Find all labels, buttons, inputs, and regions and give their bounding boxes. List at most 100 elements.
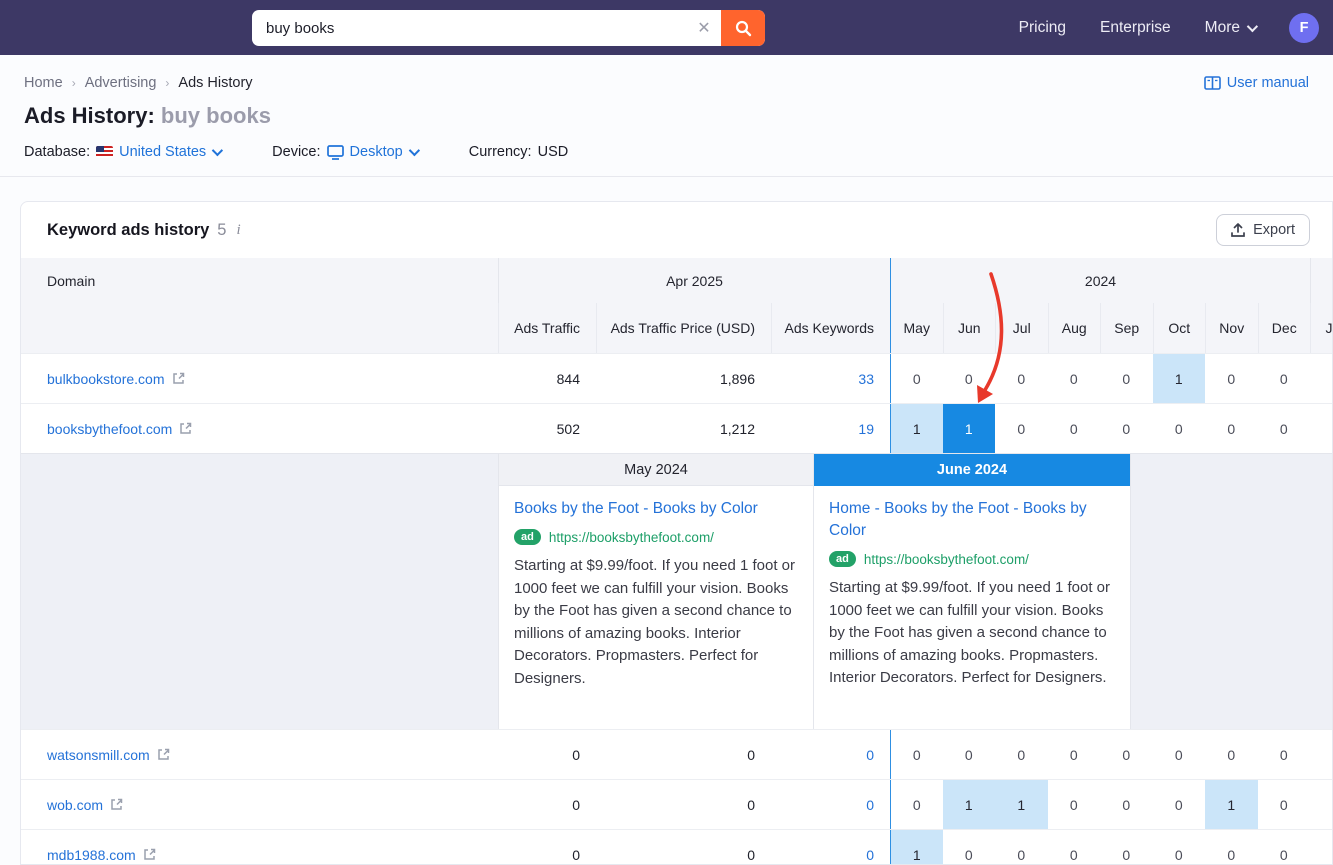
month-cell[interactable]: 0 [943, 730, 996, 779]
month-cell[interactable]: 0 [890, 780, 943, 829]
device-value: Desktop [350, 144, 403, 160]
month-cell[interactable]: 1 [890, 830, 943, 865]
ad-title-link[interactable]: Books by the Foot - Books by Color [514, 498, 798, 520]
month-cell[interactable]: 1 [1205, 780, 1258, 829]
month-cell[interactable]: 0 [995, 354, 1048, 403]
month-cell[interactable]: 0 [1100, 780, 1153, 829]
panel-filler [1131, 454, 1333, 729]
month-cell[interactable]: 0 [1310, 730, 1333, 779]
user-manual-link[interactable]: User manual [1204, 75, 1309, 91]
month-cell[interactable]: 0 [1310, 404, 1333, 453]
month-cell[interactable]: 0 [1153, 780, 1206, 829]
month-cell[interactable]: 0 [1205, 404, 1258, 453]
ad-badge: ad [514, 529, 541, 545]
filter-bar: Database: United States Device: Desktop … [0, 129, 1333, 160]
breadcrumb-home[interactable]: Home [24, 75, 63, 91]
clear-search-icon[interactable]: ✕ [687, 18, 721, 38]
nav-enterprise[interactable]: Enterprise [1100, 19, 1171, 37]
domain-link[interactable]: mdb1988.com [47, 847, 136, 863]
table-row: mdb1988.com 0 0 0 1 0 0 0 0 0 0 0 0 [21, 829, 1333, 865]
ad-title-link[interactable]: Home - Books by the Foot - Books by Colo… [829, 498, 1115, 542]
month-cell[interactable]: 0 [1310, 780, 1333, 829]
result-count: 5 [217, 221, 226, 240]
month-cell[interactable]: 0 [1100, 354, 1153, 403]
month-cell[interactable]: 0 [995, 404, 1048, 453]
month-cell[interactable]: 1 [943, 780, 996, 829]
external-link-icon[interactable] [110, 798, 123, 811]
page-title-prefix: Ads History: [24, 103, 161, 128]
ads-keywords-link[interactable]: 33 [858, 371, 874, 387]
book-icon [1204, 76, 1221, 91]
database-selector[interactable]: United States [96, 144, 220, 160]
ad-description: Starting at $9.99/foot. If you need 1 fo… [514, 555, 798, 690]
search-input[interactable] [252, 20, 687, 37]
month-cell[interactable]: 0 [1100, 830, 1153, 865]
user-avatar[interactable]: F [1289, 13, 1319, 43]
month-cell[interactable]: 0 [943, 830, 996, 865]
nav-more-label: More [1205, 19, 1240, 37]
search-button[interactable] [721, 10, 765, 46]
month-cell[interactable]: 0 [1258, 404, 1311, 453]
info-icon[interactable]: i [236, 222, 240, 239]
domain-link[interactable]: watsonsmill.com [47, 747, 150, 763]
month-cell[interactable]: 0 [1258, 780, 1311, 829]
column-header-month: Dec [1258, 303, 1311, 353]
month-cell[interactable]: 0 [1048, 780, 1101, 829]
ad-display-url: https://booksbythefoot.com/ [549, 530, 714, 545]
column-header-month: Jun [943, 303, 996, 353]
breadcrumb: Home › Advertising › Ads History User ma… [0, 55, 1333, 91]
ads-traffic-price-value: 1,896 [596, 354, 771, 403]
domain-link[interactable]: bulkbookstore.com [47, 371, 165, 387]
month-cell[interactable]: 1 [890, 404, 943, 453]
domain-link[interactable]: wob.com [47, 797, 103, 813]
month-cell[interactable]: 0 [890, 730, 943, 779]
month-cell[interactable]: 0 [1153, 404, 1206, 453]
nav-pricing[interactable]: Pricing [1019, 19, 1066, 37]
export-button[interactable]: Export [1216, 214, 1310, 246]
ads-traffic-price-value: 0 [596, 780, 771, 829]
column-header-month: Jul [995, 303, 1048, 353]
breadcrumb-separator: › [165, 76, 169, 90]
ads-traffic-value: 502 [498, 404, 596, 453]
month-cell[interactable]: 0 [890, 354, 943, 403]
month-cell[interactable]: 0 [1048, 830, 1101, 865]
month-cell[interactable]: 1 [1153, 354, 1206, 403]
month-cell[interactable]: 0 [1258, 730, 1311, 779]
external-link-icon[interactable] [157, 748, 170, 761]
external-link-icon[interactable] [172, 372, 185, 385]
external-link-icon[interactable] [179, 422, 192, 435]
month-cell[interactable]: 0 [1048, 730, 1101, 779]
month-cell[interactable]: 0 [1258, 830, 1311, 865]
month-cell[interactable]: 0 [1153, 730, 1206, 779]
nav-more[interactable]: More [1205, 19, 1255, 37]
month-cell[interactable]: 0 [1310, 830, 1333, 865]
month-cell[interactable]: 0 [1153, 830, 1206, 865]
domain-link[interactable]: booksbythefoot.com [47, 421, 172, 437]
month-cell[interactable]: 0 [1258, 354, 1311, 403]
currency-value: USD [538, 144, 569, 160]
external-link-icon[interactable] [143, 848, 156, 861]
ads-keywords-link[interactable]: 0 [866, 797, 874, 813]
month-cell[interactable]: 0 [1205, 830, 1258, 865]
month-cell[interactable]: 0 [1205, 730, 1258, 779]
ads-keywords-link[interactable]: 0 [866, 747, 874, 763]
device-selector[interactable]: Desktop [327, 144, 417, 160]
export-icon [1231, 223, 1245, 238]
month-cell[interactable]: 0 [1048, 404, 1101, 453]
month-cell[interactable]: 1 [995, 780, 1048, 829]
column-header-ads-keywords: Ads Keywords [771, 303, 890, 353]
month-cell[interactable]: 0 [1048, 354, 1101, 403]
breadcrumb-advertising[interactable]: Advertising [85, 75, 157, 91]
desktop-icon [327, 145, 344, 160]
user-manual-label: User manual [1227, 75, 1309, 91]
month-cell[interactable]: 0 [1310, 354, 1333, 403]
month-cell-selected[interactable]: 1 [943, 404, 996, 453]
month-cell[interactable]: 0 [1100, 404, 1153, 453]
month-cell[interactable]: 0 [1100, 730, 1153, 779]
ads-keywords-link[interactable]: 0 [866, 847, 874, 863]
month-cell[interactable]: 0 [995, 830, 1048, 865]
ads-keywords-link[interactable]: 19 [858, 421, 874, 437]
month-cell[interactable]: 0 [943, 354, 996, 403]
month-cell[interactable]: 0 [1205, 354, 1258, 403]
month-cell[interactable]: 0 [995, 730, 1048, 779]
